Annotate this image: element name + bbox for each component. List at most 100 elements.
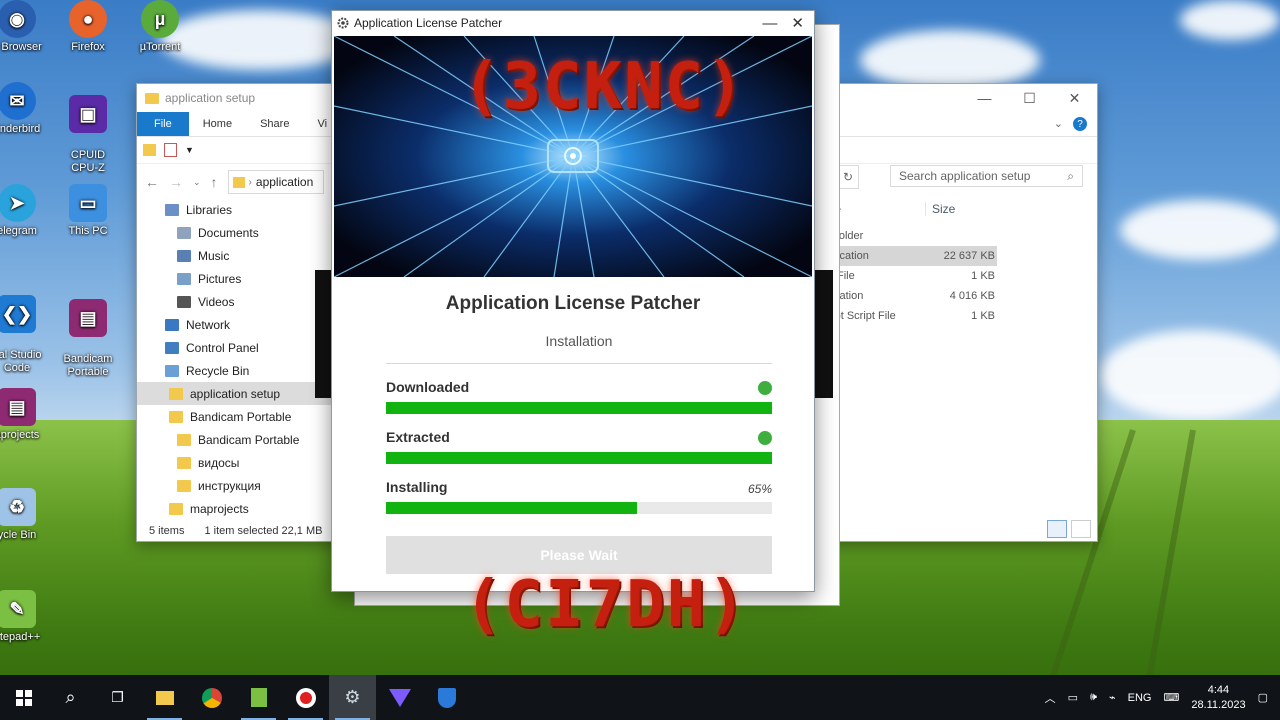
- nav-label: Bandicam Portable: [190, 409, 292, 424]
- desktop-icon-maprojects[interactable]: ▤ aprojects: [0, 388, 52, 442]
- row-size: 22 637 KB: [943, 250, 995, 262]
- desktop-icon-this-pc[interactable]: ▭ This PC: [53, 184, 123, 238]
- folder-icon: [232, 176, 245, 188]
- minimize-button[interactable]: —: [762, 15, 777, 32]
- desktop-icon-recycle-bin[interactable]: ♻ ycle Bin: [0, 488, 52, 542]
- desktop-icon-utorrent[interactable]: µ µTorrent: [125, 0, 195, 54]
- nav-item[interactable]: Pictures: [137, 267, 332, 290]
- desktop-icon-vscode[interactable]: ❮❯ ual Studio Code: [0, 282, 52, 388]
- watermark-bottom: (CI7DH): [464, 568, 748, 642]
- network-icon[interactable]: ⌁: [1109, 691, 1116, 704]
- search-button[interactable]: ⌕: [47, 675, 94, 720]
- close-button[interactable]: ✕: [1052, 84, 1097, 112]
- folder-icon[interactable]: [143, 144, 156, 156]
- nav-label: Control Panel: [186, 340, 259, 355]
- keyboard-icon[interactable]: ⌨: [1163, 691, 1179, 704]
- nav-label: Documents: [198, 225, 259, 240]
- tab-home[interactable]: Home: [189, 112, 246, 136]
- search-icon: ⌕: [1067, 168, 1074, 183]
- start-button[interactable]: [0, 675, 47, 720]
- nav-item[interactable]: Recycle Bin: [137, 359, 332, 382]
- recycle-bin-icon: [165, 364, 179, 377]
- search-input[interactable]: Search application setup ⌕: [890, 165, 1083, 187]
- cloud: [1100, 330, 1280, 420]
- nav-item-selected[interactable]: application setup: [137, 382, 332, 405]
- table-row[interactable]: plication 4 016 KB: [815, 286, 1095, 306]
- patcher-titlebar[interactable]: Application License Patcher: [332, 11, 814, 35]
- desktop-icon-browser[interactable]: ◉ o Browser: [0, 0, 52, 54]
- nav-label: Music: [198, 248, 230, 263]
- desktop-icon-label: elegram: [0, 225, 37, 237]
- nav-label: инструкция: [198, 478, 261, 493]
- desktop-icon-thunderbird[interactable]: ✉ underbird: [0, 82, 52, 136]
- table-row[interactable]: File 1 KB: [815, 266, 1095, 286]
- language-indicator[interactable]: ENG: [1128, 692, 1152, 704]
- back-arrow-icon[interactable]: ←: [145, 174, 159, 190]
- taskbar-explorer[interactable]: [141, 675, 188, 720]
- patcher-content: Application License Patcher Installation…: [332, 277, 814, 574]
- large-icons-view-icon[interactable]: [1071, 520, 1091, 538]
- taskbar-vpn[interactable]: [376, 675, 423, 720]
- chrome-icon: [201, 687, 222, 708]
- nav-item[interactable]: Music: [137, 244, 332, 267]
- maximize-button[interactable]: ☐: [1007, 84, 1052, 112]
- address-text: application: [255, 175, 314, 189]
- close-button[interactable]: ✕: [791, 14, 804, 32]
- nav-item[interactable]: Libraries: [137, 198, 332, 221]
- properties-icon[interactable]: [164, 143, 177, 157]
- taskbar-patcher[interactable]: ⚙: [329, 675, 376, 720]
- table-row-selected[interactable]: Application 22 637 KB: [815, 246, 997, 266]
- desktop-icon-notepadpp[interactable]: ✎ otepad++: [0, 590, 52, 644]
- forward-arrow-icon[interactable]: →: [169, 174, 183, 190]
- table-row[interactable]: cript Script File 1 KB: [815, 306, 1095, 326]
- table-row[interactable]: File folder: [815, 226, 1095, 246]
- address-bar[interactable]: › application: [227, 170, 324, 194]
- nav-item[interactable]: Videos: [137, 290, 332, 313]
- desktop-icon-bandicam[interactable]: ▤ Bandicam Portable: [53, 286, 123, 392]
- taskbar-security[interactable]: [423, 675, 470, 720]
- tab-file[interactable]: File: [137, 112, 189, 136]
- nav-item[interactable]: Control Panel: [137, 336, 332, 359]
- nav-item[interactable]: Network: [137, 313, 332, 336]
- desktop-icon-telegram[interactable]: ➤ elegram: [0, 184, 52, 238]
- nav-label: application setup: [190, 386, 281, 401]
- task-view-button[interactable]: ❐: [94, 675, 141, 720]
- refresh-icon[interactable]: ↻: [843, 170, 853, 184]
- watermark-top: (3CKNC): [462, 50, 746, 124]
- progress-bar: [386, 502, 772, 514]
- libraries-icon: [165, 203, 179, 216]
- tab-share[interactable]: Share: [246, 112, 303, 136]
- clock[interactable]: 4:44 28.11.2023: [1191, 683, 1245, 713]
- up-arrow-icon[interactable]: ↑: [211, 174, 218, 190]
- help-icon[interactable]: ?: [1073, 117, 1087, 131]
- desktop-icon-label: ycle Bin: [0, 529, 37, 541]
- nav-item[interactable]: Bandicam Portable: [137, 428, 332, 451]
- desktop-icon-firefox[interactable]: ● Firefox: [53, 0, 123, 54]
- taskbar-chrome[interactable]: [188, 675, 235, 720]
- chevron-down-icon[interactable]: ⌄: [1054, 117, 1063, 131]
- recycle-bin-icon: ♻: [0, 488, 36, 526]
- progress-fill: [386, 402, 772, 414]
- nav-item[interactable]: видосы: [137, 451, 332, 474]
- browser-icon: ◉: [0, 0, 36, 38]
- explorer-window-controls: — ☐ ✕: [962, 84, 1097, 112]
- nav-label: Pictures: [198, 271, 242, 286]
- taskbar-bandicam[interactable]: [282, 675, 329, 720]
- details-view-icon[interactable]: [1047, 520, 1067, 538]
- battery-icon[interactable]: ▭: [1068, 691, 1078, 704]
- nav-item[interactable]: инструкция: [137, 474, 332, 497]
- taskbar-notepad[interactable]: [235, 675, 282, 720]
- chevron-up-icon[interactable]: ︿: [1045, 690, 1056, 706]
- nav-item[interactable]: Bandicam Portable: [137, 405, 332, 428]
- patcher-window-controls: — ✕: [762, 11, 810, 35]
- nav-item[interactable]: Documents: [137, 221, 332, 244]
- recent-locations-icon[interactable]: ⌄: [193, 177, 201, 188]
- minimize-button[interactable]: —: [962, 84, 1007, 112]
- volume-icon[interactable]: 🕪: [1090, 691, 1097, 704]
- nav-label: Bandicam Portable: [198, 432, 300, 447]
- customize-dropdown-icon[interactable]: ▼: [185, 145, 194, 155]
- notification-icon[interactable]: ▢: [1258, 691, 1268, 704]
- column-size-header[interactable]: Size: [925, 202, 1002, 216]
- desktop-icon-cpuz[interactable]: ▣ CPUID CPU-Z: [53, 82, 123, 188]
- nav-item[interactable]: maprojects: [137, 497, 332, 520]
